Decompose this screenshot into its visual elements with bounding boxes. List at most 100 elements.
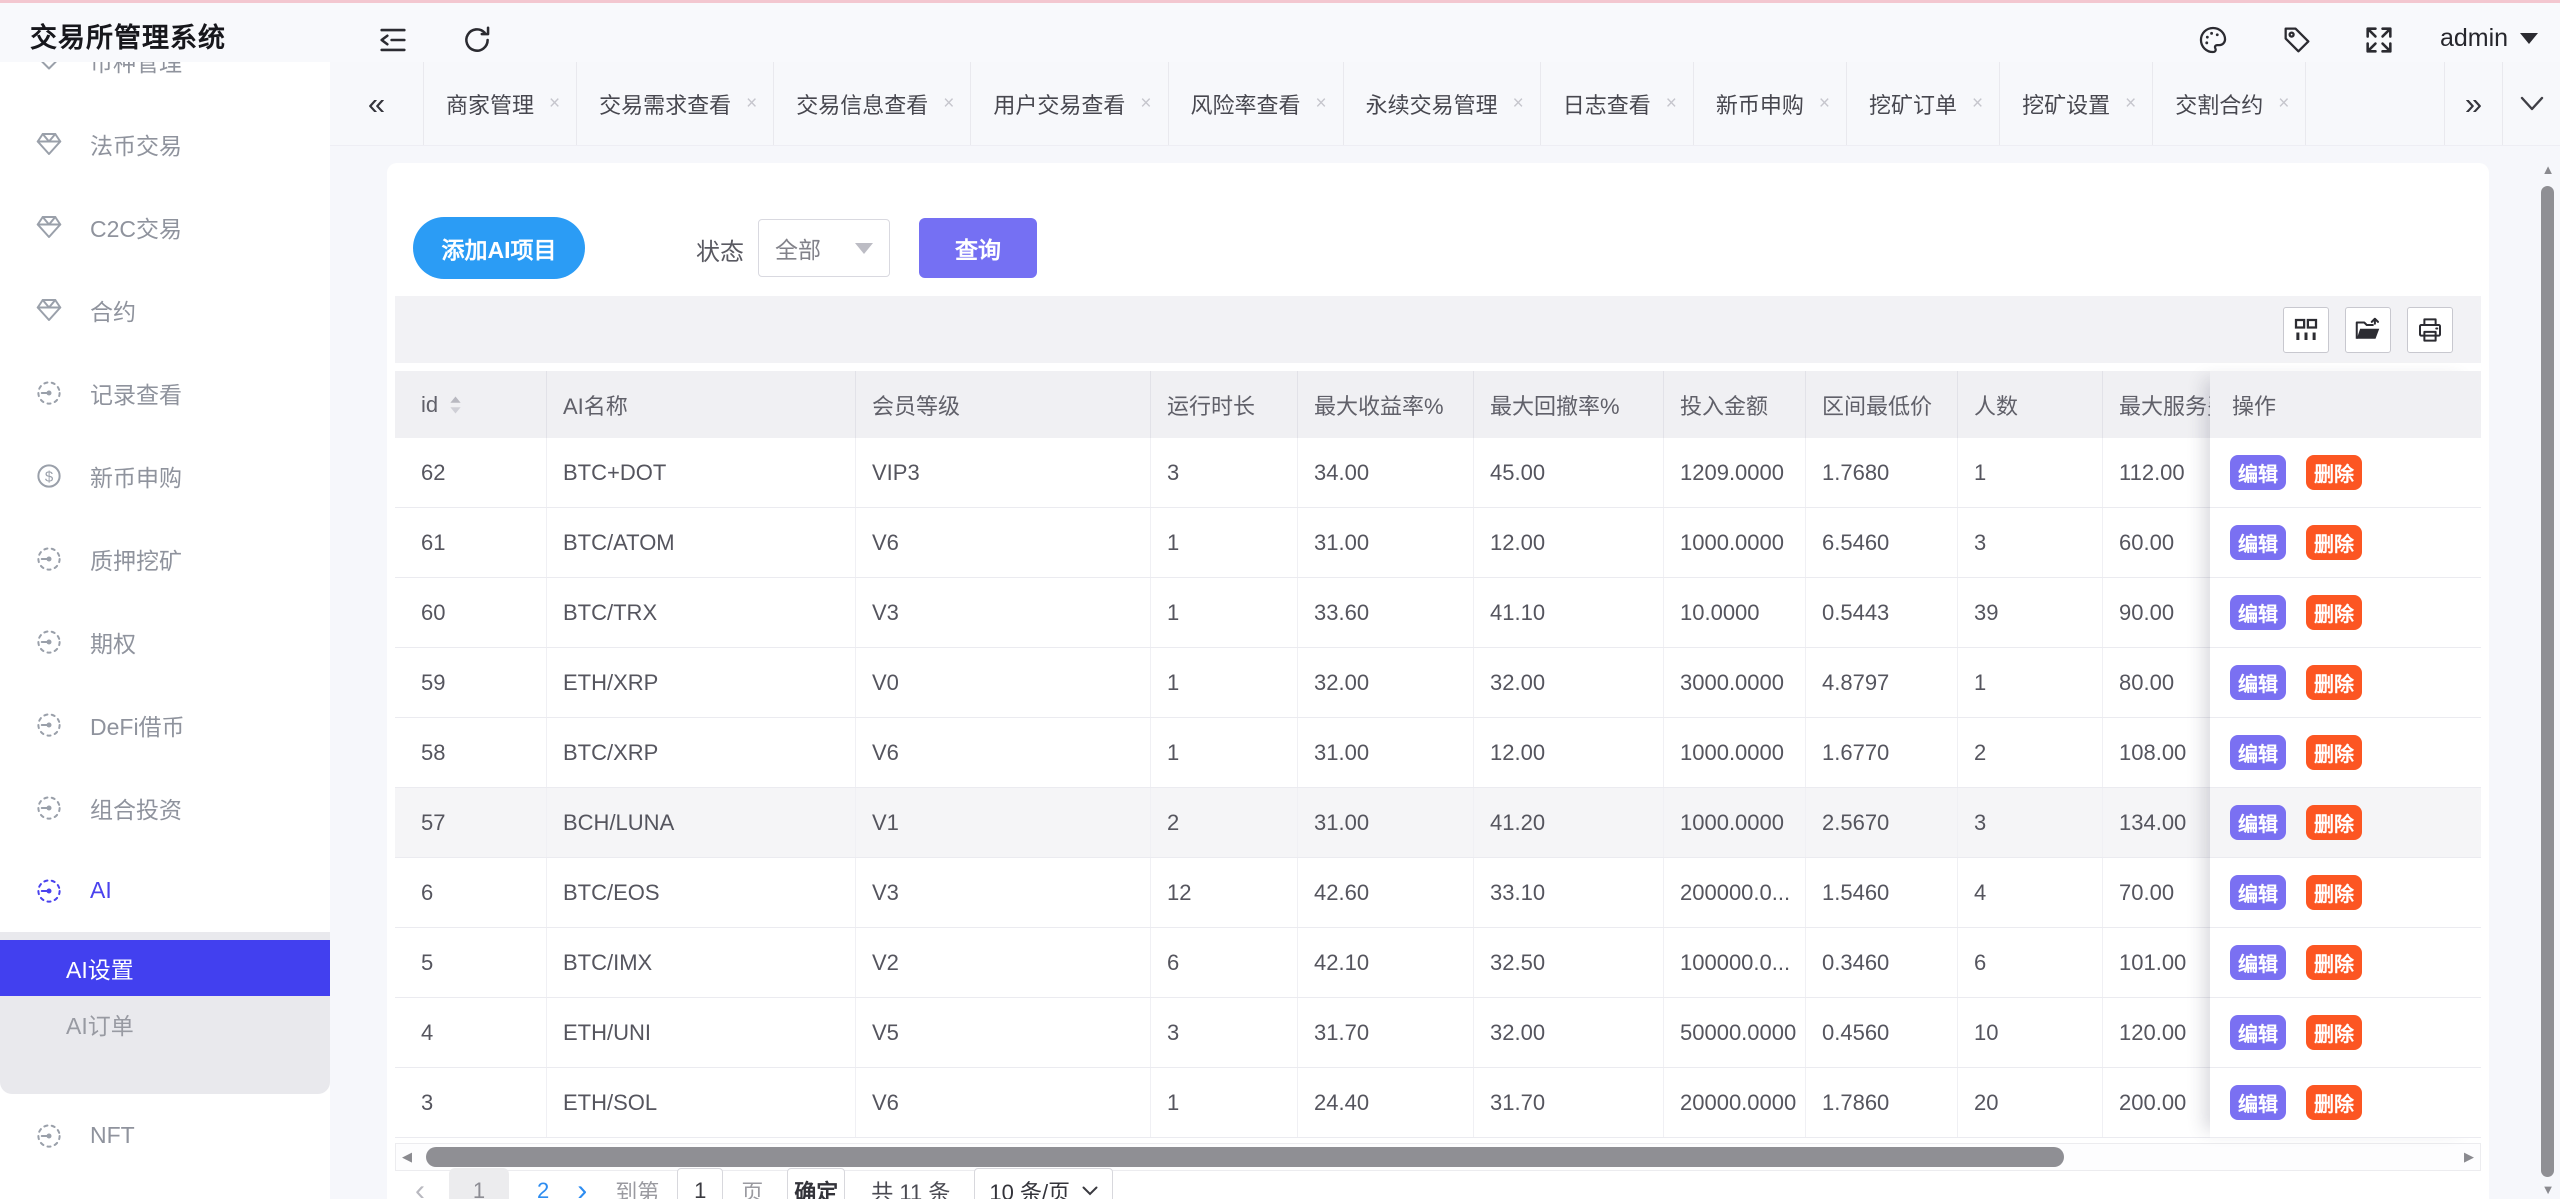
vertical-scrollbar[interactable]: ▲ ▼: [2537, 160, 2559, 1199]
table-cell: 61: [395, 508, 547, 577]
tabs-dropdown-button[interactable]: [2502, 62, 2560, 145]
sidebar-item[interactable]: DeFi借币: [0, 683, 330, 766]
sidebar-item[interactable]: 质押挖矿: [0, 517, 330, 600]
sidebar-item[interactable]: 期权: [0, 600, 330, 683]
admin-menu[interactable]: admin: [2440, 24, 2538, 53]
fullscreen-button[interactable]: [2362, 23, 2396, 57]
tab-close-icon[interactable]: ×: [549, 93, 560, 115]
edit-button[interactable]: 编辑: [2230, 1015, 2286, 1050]
edit-button[interactable]: 编辑: [2230, 455, 2286, 490]
table-row[interactable]: 61BTC/ATOMV6131.0012.001000.00006.546036…: [395, 508, 2481, 578]
tab[interactable]: 用户交易查看×: [971, 62, 1168, 145]
sidebar-item[interactable]: C2C交易: [0, 185, 330, 268]
edit-button[interactable]: 编辑: [2230, 805, 2286, 840]
confirm-button[interactable]: 确定: [787, 1168, 845, 1199]
prev-page-button[interactable]: ‹: [415, 1174, 425, 1199]
page-2-button[interactable]: 2: [537, 1178, 549, 1199]
tab[interactable]: 风险率查看×: [1169, 62, 1344, 145]
tag-button[interactable]: [2280, 23, 2314, 57]
table-row[interactable]: 5BTC/IMXV2642.1032.50100000.0...0.346061…: [395, 928, 2481, 998]
delete-button[interactable]: 删除: [2306, 1085, 2362, 1120]
table-row[interactable]: 4ETH/UNIV5331.7032.0050000.00000.4560101…: [395, 998, 2481, 1068]
edit-button[interactable]: 编辑: [2230, 525, 2286, 560]
tab[interactable]: 挖矿订单×: [1847, 62, 2000, 145]
tab-close-icon[interactable]: ×: [746, 93, 757, 115]
tab-close-icon[interactable]: ×: [1819, 93, 1830, 115]
sidebar-item[interactable]: 法币交易: [0, 102, 330, 185]
table-cell: BTC/XRP: [547, 718, 856, 787]
delete-button[interactable]: 删除: [2306, 665, 2362, 700]
print-button[interactable]: [2407, 307, 2453, 353]
add-ai-project-button[interactable]: 添加AI项目: [413, 217, 585, 279]
tab[interactable]: 日志查看×: [1541, 62, 1694, 145]
tabs-scroll-right-button[interactable]: »: [2444, 62, 2502, 145]
theme-palette-button[interactable]: [2196, 23, 2230, 57]
delete-button[interactable]: 删除: [2306, 945, 2362, 980]
delete-button[interactable]: 删除: [2306, 875, 2362, 910]
sidebar-item[interactable]: 币种管理: [0, 62, 330, 102]
edit-button[interactable]: 编辑: [2230, 595, 2286, 630]
sidebar-subitem[interactable]: AI订单: [0, 996, 330, 1052]
table-row[interactable]: 59ETH/XRPV0132.0032.003000.00004.8797180…: [395, 648, 2481, 718]
tab-close-icon[interactable]: ×: [1972, 93, 1983, 115]
sidebar-item[interactable]: AI: [0, 849, 330, 932]
table-row[interactable]: 57BCH/LUNAV1231.0041.201000.00002.567031…: [395, 788, 2481, 858]
page-size-select[interactable]: 10 条/页: [974, 1168, 1113, 1199]
tab[interactable]: 新币申购×: [1694, 62, 1847, 145]
edit-button[interactable]: 编辑: [2230, 665, 2286, 700]
table-row[interactable]: 3ETH/SOLV6124.4031.7020000.00001.7860202…: [395, 1068, 2481, 1138]
tab-close-icon[interactable]: ×: [943, 93, 954, 115]
vertical-scroll-thumb[interactable]: [2541, 186, 2554, 1177]
sidebar-subitem[interactable]: AI设置: [0, 940, 330, 996]
delete-button[interactable]: 删除: [2306, 595, 2362, 630]
delete-button[interactable]: 删除: [2306, 455, 2362, 490]
tab[interactable]: 挖矿设置×: [2000, 62, 2153, 145]
delete-button[interactable]: 删除: [2306, 805, 2362, 840]
export-button[interactable]: [2345, 307, 2391, 353]
delete-button[interactable]: 删除: [2306, 1015, 2362, 1050]
sidebar-item[interactable]: 组合投资: [0, 766, 330, 849]
tab[interactable]: 交割合约×: [2153, 62, 2306, 145]
tab[interactable]: 永续交易管理×: [1344, 62, 1541, 145]
edit-button[interactable]: 编辑: [2230, 875, 2286, 910]
table-row[interactable]: 60BTC/TRXV3133.6041.1010.00000.54433990.…: [395, 578, 2481, 648]
table-row[interactable]: 58BTC/XRPV6131.0012.001000.00001.6770210…: [395, 718, 2481, 788]
tab-close-icon[interactable]: ×: [1316, 93, 1327, 115]
table-row[interactable]: 62BTC+DOTVIP3334.0045.001209.00001.76801…: [395, 438, 2481, 508]
sidebar-item[interactable]: NFT: [0, 1094, 330, 1177]
tab-close-icon[interactable]: ×: [2125, 93, 2136, 115]
scroll-right-arrow-icon[interactable]: ▶: [2458, 1149, 2480, 1165]
delete-button[interactable]: 删除: [2306, 525, 2362, 560]
tab[interactable]: 交易需求查看×: [577, 62, 774, 145]
table-row[interactable]: 6BTC/EOSV31242.6033.10200000.0...1.54604…: [395, 858, 2481, 928]
scroll-up-arrow-icon[interactable]: ▲: [2537, 162, 2559, 177]
edit-button[interactable]: 编辑: [2230, 1085, 2286, 1120]
tabs-scroll-left-button[interactable]: «: [330, 62, 424, 145]
delete-button[interactable]: 删除: [2306, 735, 2362, 770]
collapse-sidebar-button[interactable]: [376, 23, 410, 57]
status-select[interactable]: 全部: [758, 219, 890, 277]
tab-close-icon[interactable]: ×: [1666, 93, 1677, 115]
table-cell: 31.70: [1298, 998, 1474, 1067]
sidebar-item[interactable]: $新币申购: [0, 434, 330, 517]
sort-icon[interactable]: [448, 394, 463, 416]
next-page-button[interactable]: ›: [577, 1174, 587, 1199]
scroll-down-arrow-icon[interactable]: ▼: [2537, 1182, 2559, 1197]
jump-to-label: 到第: [615, 1175, 659, 1199]
column-header[interactable]: id: [395, 371, 547, 438]
tab[interactable]: 交易信息查看×: [774, 62, 971, 145]
table-cell: 3: [1151, 998, 1298, 1067]
sidebar-item[interactable]: 记录查看: [0, 351, 330, 434]
query-button[interactable]: 查询: [919, 218, 1037, 278]
page-jump-input[interactable]: [677, 1168, 723, 1199]
edit-button[interactable]: 编辑: [2230, 945, 2286, 980]
tab-close-icon[interactable]: ×: [2278, 93, 2289, 115]
tab-close-icon[interactable]: ×: [1513, 93, 1524, 115]
page-1-button[interactable]: 1: [449, 1168, 509, 1199]
column-settings-button[interactable]: [2283, 307, 2329, 353]
sidebar-item[interactable]: 合约: [0, 268, 330, 351]
tab[interactable]: 商家管理×: [424, 62, 577, 145]
tab-close-icon[interactable]: ×: [1140, 93, 1151, 115]
edit-button[interactable]: 编辑: [2230, 735, 2286, 770]
refresh-button[interactable]: [460, 23, 494, 57]
